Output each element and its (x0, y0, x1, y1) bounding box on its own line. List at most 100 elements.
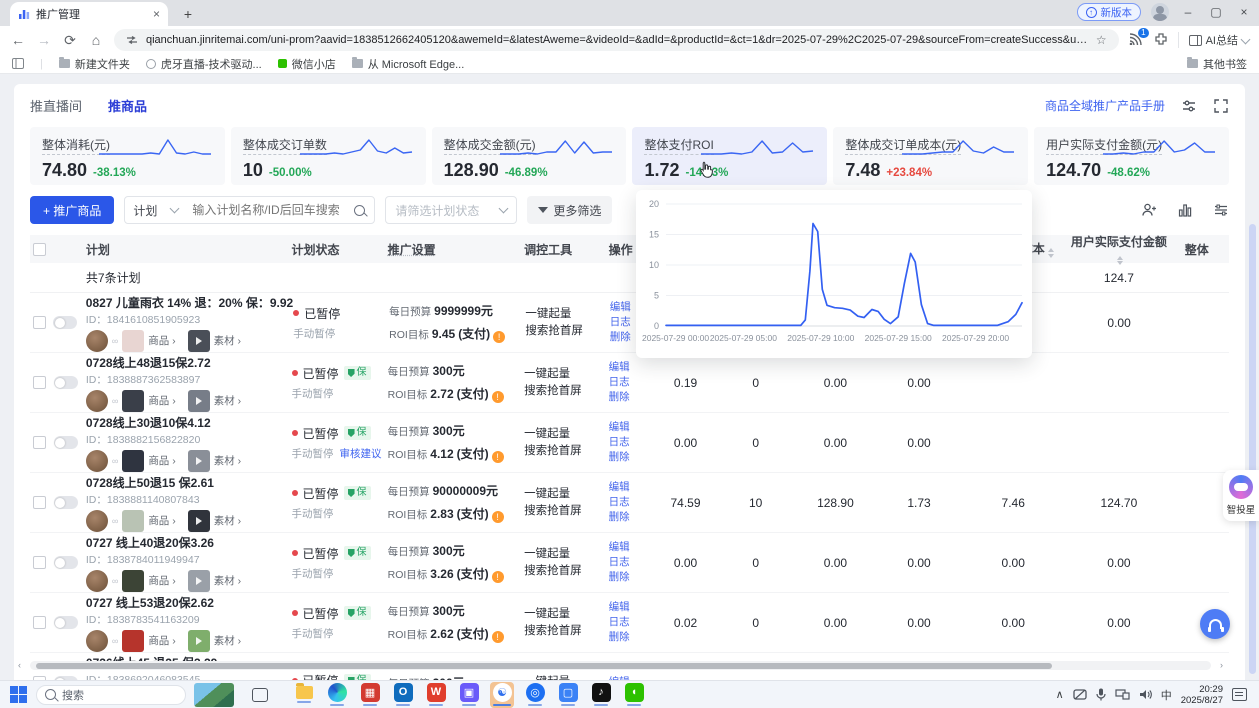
product-link[interactable]: 商品 › (148, 513, 175, 528)
taskbar-clock[interactable]: 20:29 2025/8/27 (1181, 684, 1223, 706)
fullscreen-icon[interactable] (1213, 98, 1229, 114)
header-overflow[interactable]: 整体 (1171, 241, 1229, 258)
tool-search-topscreen[interactable]: 搜索抢首屏 (524, 383, 609, 400)
product-link[interactable]: 商品 › (148, 453, 175, 468)
layout-settings-icon[interactable] (1181, 98, 1197, 114)
edit-link[interactable]: 编辑 (609, 420, 652, 435)
horizontal-scrollbar[interactable]: ‹ › (30, 661, 1211, 670)
delete-link[interactable]: 删除 (609, 510, 652, 525)
warning-icon[interactable]: ! (492, 451, 504, 463)
taskbar-search[interactable]: 搜索 (36, 685, 186, 705)
material-link[interactable]: 素材 › (214, 453, 241, 468)
sort-icon[interactable] (1048, 248, 1054, 258)
delete-link[interactable]: 删除 (609, 450, 652, 465)
product-link[interactable]: 商品 › (148, 333, 175, 348)
site-settings-icon[interactable] (126, 34, 138, 46)
ai-summary-button[interactable]: AI总结 (1178, 32, 1249, 48)
edit-link[interactable]: 编辑 (609, 480, 652, 495)
delete-link[interactable]: 删除 (609, 630, 652, 645)
material-link[interactable]: 素材 › (214, 633, 241, 648)
plan-toggle-switch[interactable] (54, 616, 78, 629)
plan-type-select[interactable]: 计划 (125, 202, 186, 219)
microphone-icon[interactable] (1096, 688, 1106, 701)
metric-card[interactable]: 整体成交金额(元) 128.90 -46.89% (432, 127, 627, 185)
header-status[interactable]: 计划状态 (292, 241, 388, 258)
blue-app-icon[interactable]: ▢ (556, 682, 580, 708)
store-app-icon[interactable]: ▦ (358, 682, 382, 708)
start-button[interactable] (10, 686, 28, 704)
metric-card[interactable]: 整体成交订单数 10 -50.00% (231, 127, 426, 185)
browser-tab[interactable]: 推广管理 × (10, 2, 168, 26)
customer-audience-icon[interactable] (1141, 202, 1157, 218)
plan-toggle-switch[interactable] (54, 436, 78, 449)
column-chart-icon[interactable] (1177, 202, 1193, 218)
bookmark-star-icon[interactable]: ☆ (1096, 33, 1107, 47)
edit-link[interactable]: 编辑 (609, 360, 652, 375)
tool-search-topscreen[interactable]: 搜索抢首屏 (524, 563, 609, 580)
vertical-scrollbar[interactable] (1249, 224, 1256, 674)
plan-toggle-switch[interactable] (54, 556, 78, 569)
material-link[interactable]: 素材 › (214, 513, 241, 528)
tool-search-topscreen[interactable]: 搜索抢首屏 (524, 623, 609, 640)
handbook-link[interactable]: 商品全域推广产品手册 (1045, 97, 1165, 114)
metric-card[interactable]: 整体消耗(元) 74.80 -38.13% (30, 127, 225, 185)
window-minimize-button[interactable]: – (1179, 5, 1197, 19)
header-tools[interactable]: 调控工具 (524, 241, 609, 258)
cast-icon[interactable]: 1 (1129, 32, 1144, 48)
bookmark-item[interactable]: 从 Microsoft Edge... (352, 56, 465, 72)
warning-icon[interactable]: ! (492, 571, 504, 583)
plan-toggle-switch[interactable] (53, 316, 77, 329)
tab-products[interactable]: 推商品 (108, 96, 147, 115)
assistant-widget[interactable]: 智投星 (1223, 470, 1259, 521)
ime-indicator[interactable]: 中 (1161, 687, 1172, 703)
qianchuan-app-icon-active[interactable]: ☯ (490, 682, 514, 708)
header-user-paid[interactable]: 用户实际支付金额 (1067, 233, 1171, 266)
plan-search-input[interactable] (186, 203, 354, 217)
header-settings[interactable]: 推广设置 (388, 241, 524, 258)
table-settings-icon[interactable] (1213, 202, 1229, 218)
tool-raise-volume[interactable]: 一键起量 (524, 366, 609, 383)
product-link[interactable]: 商品 › (148, 573, 175, 588)
tool-raise-volume[interactable]: 一键起量 (524, 606, 609, 623)
wechat-icon[interactable]: ◖ (622, 682, 646, 708)
outlook-icon[interactable]: O (391, 682, 415, 708)
plan-status-select[interactable]: 请筛选计划状态 (385, 196, 517, 224)
header-plan[interactable]: 计划 (82, 241, 292, 258)
edge-browser-icon[interactable] (325, 682, 349, 708)
network-display-icon[interactable] (1115, 689, 1130, 700)
touchpad-off-icon[interactable] (1073, 689, 1087, 700)
product-link[interactable]: 商品 › (148, 393, 175, 408)
tool-raise-volume[interactable]: 一键起量 (524, 486, 609, 503)
warning-icon[interactable]: ! (492, 391, 504, 403)
tool-search-topscreen[interactable]: 搜索抢首屏 (524, 503, 609, 520)
log-link[interactable]: 日志 (609, 375, 652, 390)
speaker-icon[interactable] (1139, 689, 1152, 700)
profile-avatar[interactable] (1151, 3, 1169, 21)
bookmark-item[interactable]: 虎牙直播-技术驱动... (146, 56, 262, 72)
material-link[interactable]: 素材 › (214, 573, 241, 588)
tray-expand-icon[interactable]: ∧ (1056, 688, 1064, 701)
review-link[interactable]: 审核建议 (340, 446, 382, 461)
log-link[interactable]: 日志 (609, 495, 652, 510)
row-checkbox[interactable] (33, 496, 46, 509)
douyin-icon[interactable]: ♪ (589, 682, 613, 708)
window-close-button[interactable]: × (1235, 5, 1253, 19)
purple-app-icon[interactable]: ▣ (457, 682, 481, 708)
notification-center-icon[interactable] (1232, 688, 1247, 701)
log-link[interactable]: 日志 (609, 435, 652, 450)
reload-icon[interactable]: ⟳ (62, 32, 78, 49)
forward-icon[interactable]: → (36, 32, 52, 48)
side-panel-toggle-icon[interactable] (12, 58, 24, 69)
file-explorer-icon[interactable] (292, 682, 316, 708)
row-checkbox[interactable] (33, 316, 46, 329)
wps-icon[interactable]: W (424, 682, 448, 708)
row-checkbox[interactable] (33, 376, 46, 389)
tab-live-room[interactable]: 推直播间 (30, 96, 82, 115)
metric-card[interactable]: 用户实际支付金额(元) 124.70 -48.62% (1034, 127, 1229, 185)
metric-card[interactable]: 整体成交订单成本(元) 7.48 +23.84% (833, 127, 1028, 185)
new-version-button[interactable]: ↑ 新版本 (1077, 3, 1142, 21)
material-link[interactable]: 素材 › (214, 333, 241, 348)
scroll-left-arrow[interactable]: ‹ (18, 660, 21, 670)
row-checkbox[interactable] (33, 436, 46, 449)
row-checkbox[interactable] (33, 556, 46, 569)
